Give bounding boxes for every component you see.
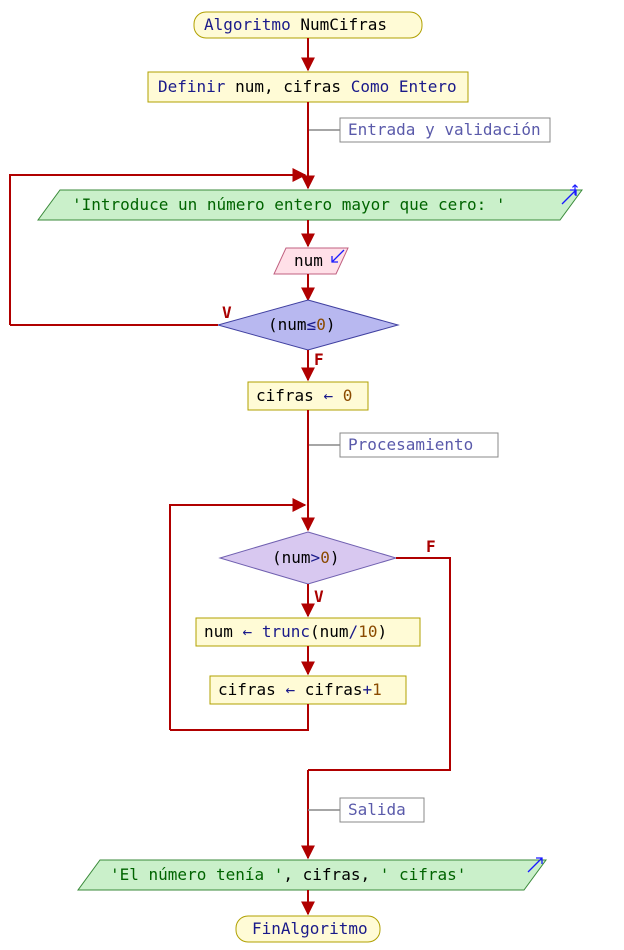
section-proc-label: Procesamiento (308, 433, 498, 457)
section-out-label: Salida (308, 798, 424, 822)
io-input-num: num (274, 248, 348, 274)
false-label: F (314, 350, 324, 369)
section-input-text: Entrada y validación (348, 120, 541, 139)
algorithm-name: NumCifras (300, 15, 387, 34)
svg-text:'El número tenía ', cifras, ': 'El número tenía ', cifras, ' cifras' (110, 865, 466, 884)
flowchart-canvas: Algoritmo NumCifras Definir num, cifras … (0, 0, 624, 950)
process-cifras-inc: cifras ← cifras+1 (210, 676, 406, 704)
start-keyword: Algoritmo (204, 15, 291, 34)
section-input-label: Entrada y validación (308, 118, 550, 142)
true-label: V (222, 303, 232, 322)
section-proc-text: Procesamiento (348, 435, 473, 454)
process-cifras-init: cifras ← 0 (248, 382, 368, 410)
true-label: V (314, 587, 324, 606)
define-type: Como Entero (351, 77, 457, 96)
section-out-text: Salida (348, 800, 406, 819)
decision-num-le-zero: (num≤0) (218, 300, 398, 350)
define-keyword: Definir (158, 77, 226, 96)
end-keyword: FinAlgoritmo (252, 919, 368, 938)
input-var: num (294, 251, 323, 270)
prompt-text: 'Introduce un número entero mayor que ce… (72, 195, 505, 214)
svg-text:num ← trunc(num/: num ← trunc(num/10) (204, 622, 387, 641)
svg-text:(num≤0): (num≤0) (268, 315, 335, 334)
io-output-result: 'El número tenía ', cifras, ' cifras' (78, 858, 546, 890)
flow-line (170, 704, 308, 730)
io-output-prompt: 'Introduce un número entero mayor que ce… (38, 190, 582, 220)
terminal-start: Algoritmo NumCifras (194, 12, 422, 38)
svg-text:cifras ← 0: cifras ← 0 (256, 386, 352, 405)
svg-text:(num>0): (num>0) (272, 548, 339, 567)
svg-text:cifras ← cifras+: cifras ← cifras+1 (218, 680, 382, 699)
process-num-trunc: num ← trunc(num/10) (196, 618, 420, 646)
process-define: Definir num, cifras Como Entero (148, 72, 468, 102)
flow-line (308, 558, 450, 770)
false-label: F (426, 537, 436, 556)
svg-text:Definir num, cif: Definir num, cifras Como Entero (158, 77, 457, 96)
decision-num-gt-zero: (num>0) (220, 532, 396, 584)
define-vars: num, cifras (235, 77, 341, 96)
terminal-end: FinAlgoritmo (236, 916, 380, 942)
svg-text:Algoritmo NumCif: Algoritmo NumCifras (204, 15, 387, 34)
